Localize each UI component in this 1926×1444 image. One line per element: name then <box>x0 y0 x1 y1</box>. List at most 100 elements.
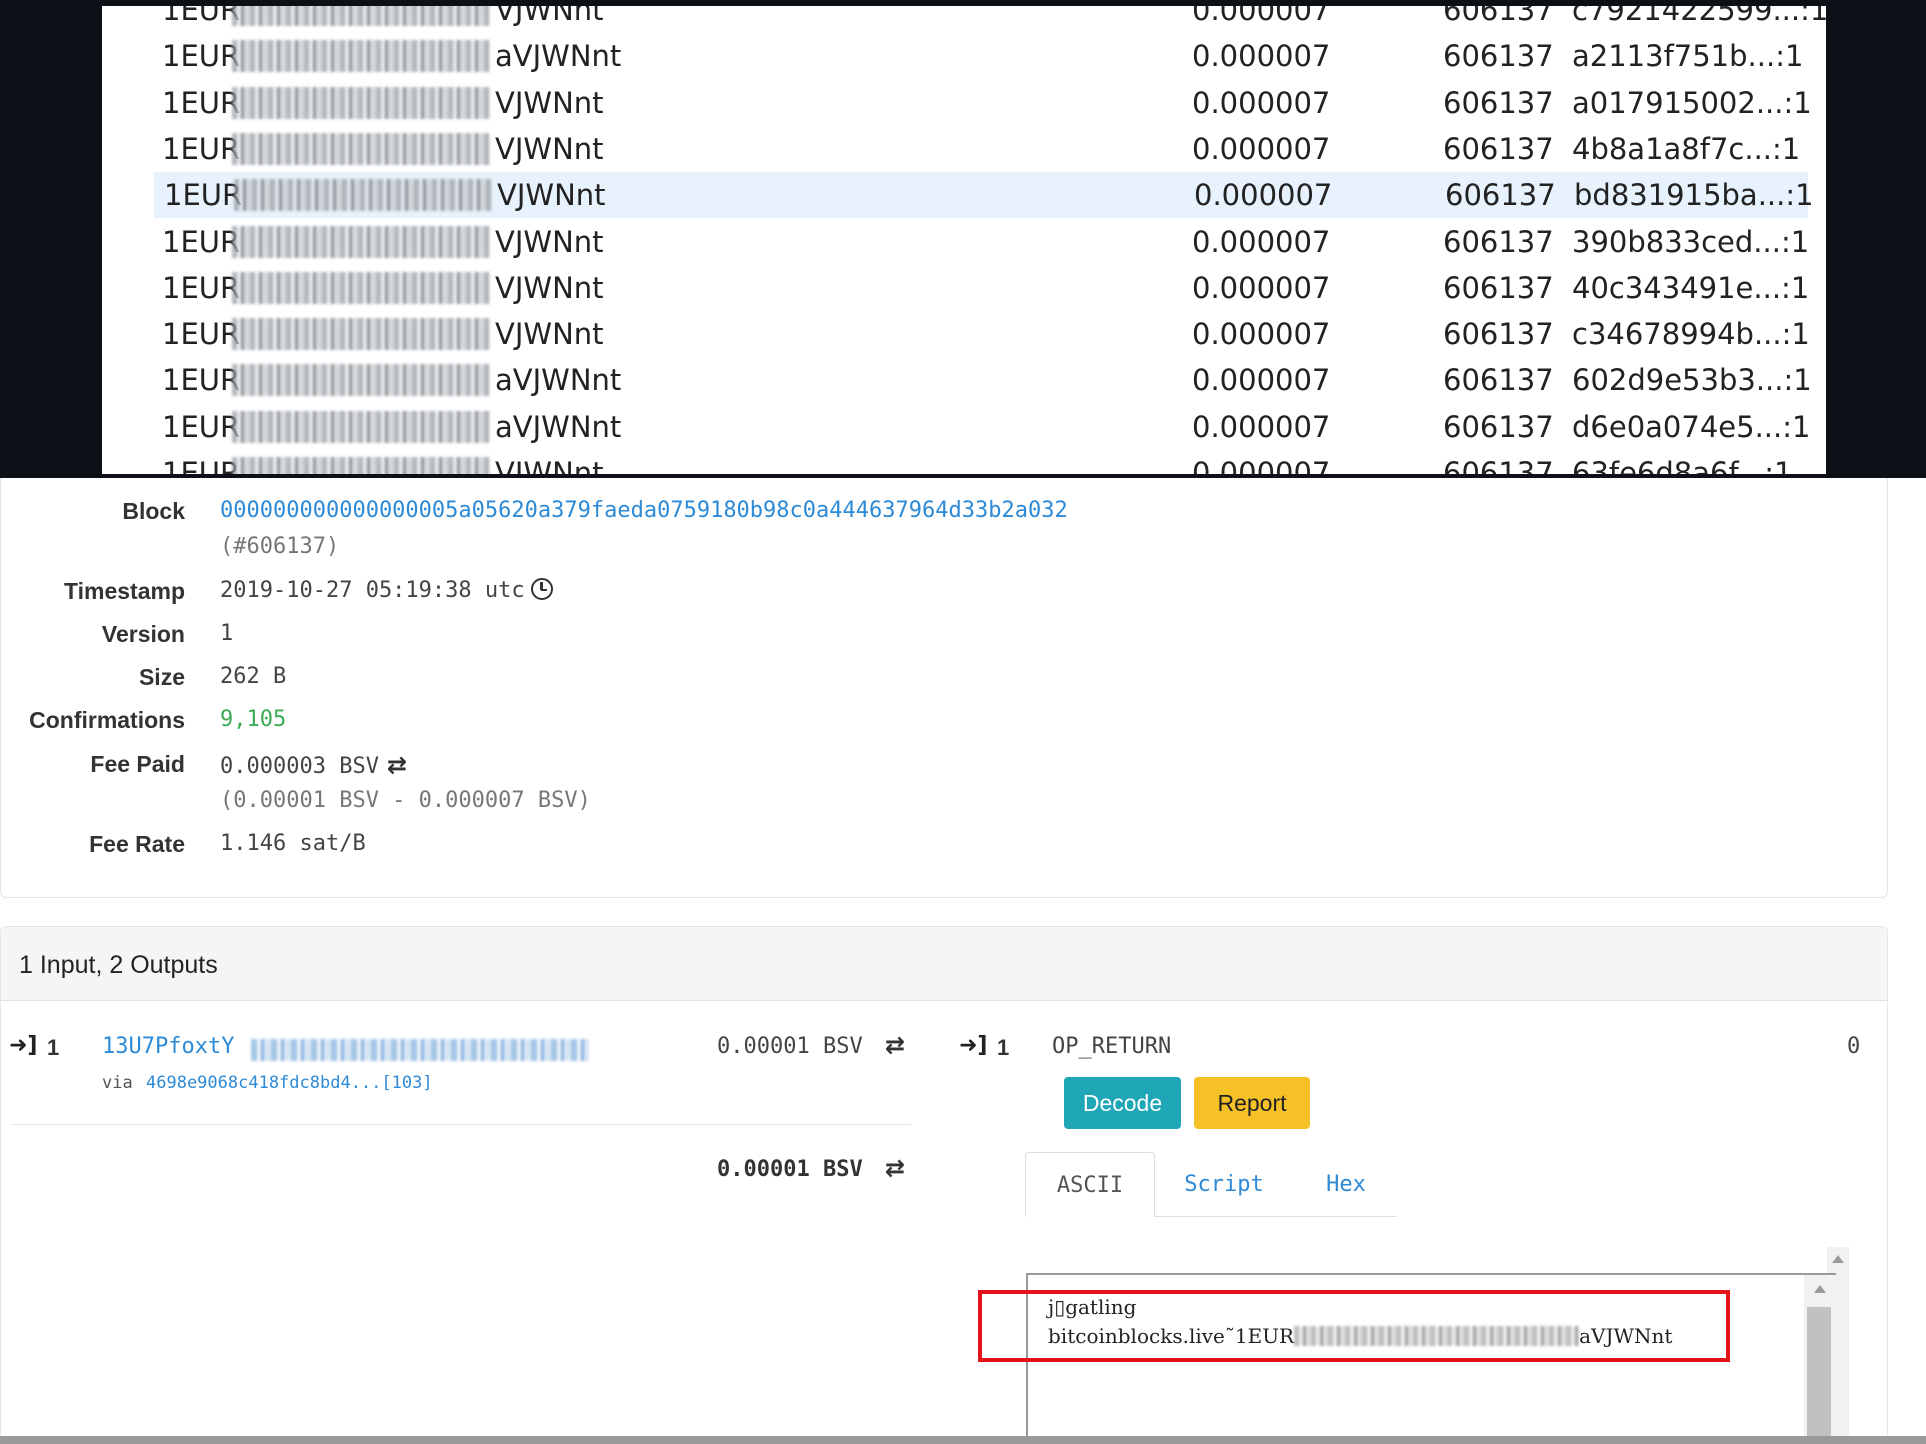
transaction-details: Block 000000000000000005a05620a379faeda0… <box>0 478 1888 898</box>
row-address-suffix[interactable]: VJWNnt <box>495 265 604 311</box>
row-tx-ref[interactable]: a017915002...:1 <box>1572 80 1812 126</box>
row-address-suffix[interactable]: VJWNnt <box>495 126 604 172</box>
row-address-suffix[interactable]: VJWNnt <box>497 172 606 218</box>
input-swap-icon[interactable]: ⇄ <box>885 1031 905 1059</box>
tab-hex[interactable]: Hex <box>1291 1152 1401 1217</box>
row-amount: 0.000007 <box>1192 317 1331 352</box>
row-address-suffix[interactable]: VJWNnt <box>495 6 604 33</box>
row-tx-ref[interactable]: 602d9e53b3...:1 <box>1572 357 1812 403</box>
row-amount: 0.000007 <box>1192 456 1331 474</box>
row-amount: 0.000007 <box>1192 224 1331 259</box>
row-tx-ref[interactable]: a2113f751b...:1 <box>1572 33 1803 79</box>
row-tx-ref[interactable]: d6e0a074e5...:1 <box>1572 404 1810 450</box>
row-tx-ref[interactable]: 40c343491e...:1 <box>1572 265 1809 311</box>
timestamp-text: 2019-10-27 05:19:38 utc <box>220 578 525 603</box>
row-amount: 0.000007 <box>1192 6 1331 27</box>
output-list-row[interactable]: 1EUR VJWNnt 0.000007 606137 63fe6d8a6f...:1 <box>152 450 1812 474</box>
row-address-redacted <box>232 271 490 304</box>
swap-currency-icon[interactable]: ⇄ <box>387 751 407 779</box>
row-address-prefix[interactable]: 1EUR <box>162 126 240 172</box>
clock-icon[interactable] <box>530 578 553 600</box>
tab-ascii[interactable]: ASCII <box>1025 1152 1155 1217</box>
io-header: 1 Input, 2 Outputs <box>1 927 1887 1001</box>
input-via-label: via <box>102 1073 133 1093</box>
row-tx-ref[interactable]: 390b833ced...:1 <box>1572 219 1809 265</box>
input-divider <box>11 1124 911 1125</box>
io-title: 1 Input, 2 Outputs <box>19 951 218 979</box>
output-list-row[interactable]: 1EUR VJWNnt 0.000007 606137 c7921422599...:1 <box>152 6 1826 33</box>
ascii-scrollbar-thumb[interactable] <box>1807 1307 1831 1444</box>
row-address-prefix[interactable]: 1EUR <box>162 357 240 403</box>
row-address-prefix[interactable]: 1EUR <box>162 265 240 311</box>
row-address-suffix[interactable]: aVJWNnt <box>495 357 621 403</box>
report-button[interactable]: Report <box>1194 1077 1310 1129</box>
ascii-scroll-up-icon[interactable] <box>1814 1285 1826 1293</box>
row-address-suffix[interactable]: aVJWNnt <box>495 404 621 450</box>
row-address-redacted <box>232 225 490 258</box>
input-via-tx-link[interactable]: 4698e9068c418fdc8bd4...[103] <box>146 1073 433 1093</box>
row-tx-ref[interactable]: c7921422599...:1 <box>1572 6 1826 33</box>
row-address-prefix[interactable]: 1EUR <box>162 33 240 79</box>
input-index: 1 <box>47 1035 60 1060</box>
row-address-prefix[interactable]: 1EUR <box>162 219 240 265</box>
outputs-list-panel: 1EUR VJWNnt 0.000007 606137 c7921422599...:1… <box>102 6 1826 474</box>
output-sign-in-icon: ➜] <box>959 1033 988 1058</box>
output-list-row[interactable]: 1EUR VJWNnt 0.000007 606137 40c343491e...:1 <box>152 265 1812 311</box>
row-tx-ref[interactable]: 63fe6d8a6f...:1 <box>1572 450 1792 474</box>
row-address-prefix[interactable]: 1EUR <box>162 6 240 33</box>
row-amount: 0.000007 <box>1192 409 1331 444</box>
tab-script[interactable]: Script <box>1159 1152 1289 1217</box>
row-address-prefix[interactable]: 1EUR <box>162 450 240 474</box>
size-value: 262 B <box>220 664 287 689</box>
row-tx-ref[interactable]: 4b8a1a8f7c...:1 <box>1572 126 1800 172</box>
version-value: 1 <box>220 621 234 646</box>
input-address-link[interactable]: 13U7PfoxtY <box>102 1034 234 1059</box>
row-address-redacted <box>232 40 490 73</box>
output-list-row[interactable]: 1EUR VJWNnt 0.000007 606137 a017915002...:1 <box>152 80 1812 126</box>
decode-button[interactable]: Decode <box>1064 1077 1181 1129</box>
fee-paid-label: Fee Paid <box>90 751 185 777</box>
row-address-suffix[interactable]: aVJWNnt <box>495 33 621 79</box>
confirmations-label: Confirmations <box>29 707 185 733</box>
output-list-row[interactable]: 1EUR VJWNnt 0.000007 606137 4b8a1a8f7c...:1 <box>152 126 1812 172</box>
input-address-redacted <box>251 1039 589 1061</box>
size-label: Size <box>138 664 185 690</box>
row-address-prefix[interactable]: 1EUR <box>164 172 242 218</box>
output-list-row[interactable]: 1EUR aVJWNnt 0.000007 606137 d6e0a074e5...:1 <box>152 404 1812 450</box>
input-total: 0.00001 BSV <box>717 1157 863 1182</box>
row-block: 606137 <box>1443 39 1554 74</box>
fee-rate-value: 1.146 sat/B <box>220 831 366 856</box>
row-amount: 0.000007 <box>1192 270 1331 305</box>
output-list-row[interactable]: 1EUR aVJWNnt 0.000007 606137 a2113f751b...:1 <box>152 33 1812 79</box>
row-address-prefix[interactable]: 1EUR <box>162 80 240 126</box>
row-block: 606137 <box>1443 409 1554 444</box>
row-address-redacted <box>232 364 490 397</box>
row-amount: 0.000007 <box>1194 178 1333 213</box>
row-tx-ref[interactable]: bd831915ba...:1 <box>1574 172 1814 218</box>
output-list-row[interactable]: 1EUR VJWNnt 0.000007 606137 390b833ced...:1 <box>152 219 1812 265</box>
output-list-row[interactable]: 1EUR VJWNnt 0.000007 606137 c34678994b...:1 <box>152 311 1812 357</box>
row-block: 606137 <box>1443 6 1554 27</box>
output-list-row[interactable]: 1EUR aVJWNnt 0.000007 606137 602d9e53b3...:1 <box>152 357 1812 403</box>
row-block: 606137 <box>1443 363 1554 398</box>
total-swap-icon[interactable]: ⇄ <box>885 1154 905 1182</box>
row-tx-ref[interactable]: c34678994b...:1 <box>1572 311 1810 357</box>
row-address-prefix[interactable]: 1EUR <box>162 404 240 450</box>
row-address-suffix[interactable]: VJWNnt <box>495 311 604 357</box>
outer-scroll-up-icon[interactable] <box>1832 1255 1844 1263</box>
row-address-prefix[interactable]: 1EUR <box>162 311 240 357</box>
output-list-row[interactable]: 1EUR VJWNnt 0.000007 606137 bd831915ba...:1 <box>154 172 1814 219</box>
row-amount: 0.000007 <box>1192 39 1331 74</box>
row-block: 606137 <box>1443 317 1554 352</box>
block-hash-link[interactable]: 000000000000000005a05620a379faeda0759180… <box>220 498 1068 523</box>
output-value: 0 <box>1847 1034 1861 1059</box>
row-address-suffix[interactable]: VJWNnt <box>495 80 604 126</box>
row-block: 606137 <box>1445 178 1556 213</box>
output-index: 1 <box>997 1035 1010 1060</box>
row-address-suffix[interactable]: VJWNnt <box>495 450 604 474</box>
inputs-outputs-panel: 1 Input, 2 Outputs ➜] 1 13U7PfoxtY via 4… <box>0 926 1888 1444</box>
fee-rate-label: Fee Rate <box>89 831 185 857</box>
row-address-redacted <box>232 318 490 351</box>
timestamp-label: Timestamp <box>63 578 185 604</box>
row-address-suffix[interactable]: VJWNnt <box>495 219 604 265</box>
